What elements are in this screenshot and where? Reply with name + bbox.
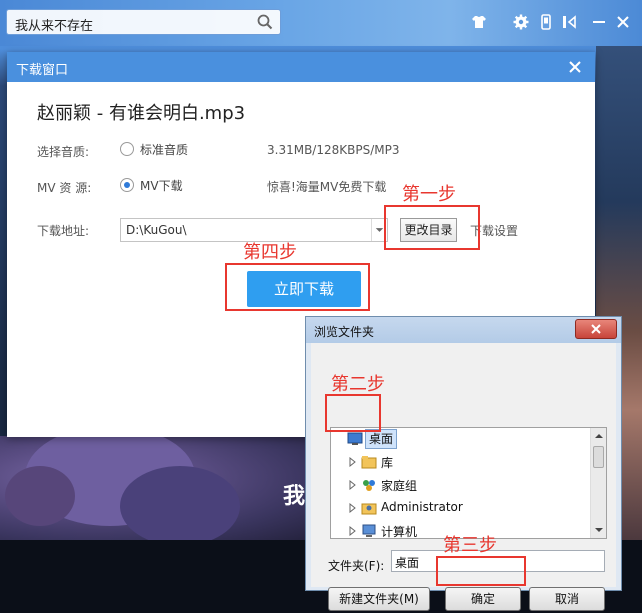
folder-field-label: 文件夹(F): bbox=[328, 559, 385, 573]
quality-radio[interactable] bbox=[120, 142, 134, 156]
scroll-up-icon[interactable] bbox=[591, 428, 607, 444]
folder-tree[interactable]: 桌面 库 家庭组 Administrator 计算机 bbox=[330, 427, 607, 539]
video-background: 我 bbox=[0, 426, 310, 546]
step2-highlight bbox=[325, 394, 381, 432]
step1-highlight bbox=[384, 205, 480, 250]
step4-highlight bbox=[225, 263, 370, 311]
tree-item-label: Administrator bbox=[381, 500, 463, 514]
expand-arrow-icon[interactable] bbox=[349, 503, 357, 513]
step4-label: 第四步 bbox=[243, 242, 297, 263]
song-title: 赵丽颖 - 有谁会明白.mp3 bbox=[37, 103, 246, 124]
cancel-button[interactable]: 取消 bbox=[529, 587, 605, 611]
user-folder-icon bbox=[361, 503, 377, 515]
scroll-thumb[interactable] bbox=[593, 446, 604, 468]
tree-item-label: 库 bbox=[381, 456, 394, 470]
browse-dialog-title: 浏览文件夹 bbox=[314, 325, 375, 339]
homegroup-icon bbox=[363, 480, 375, 491]
mobile-icon[interactable] bbox=[537, 13, 555, 31]
computer-icon bbox=[362, 524, 376, 537]
tree-item-administrator[interactable]: Administrator bbox=[331, 497, 591, 519]
mini-mode-icon[interactable] bbox=[561, 13, 579, 31]
settings-gear-icon[interactable] bbox=[512, 13, 530, 31]
expand-arrow-icon[interactable] bbox=[349, 480, 357, 490]
close-app-icon[interactable] bbox=[614, 13, 632, 31]
app-top-bar: 我从来不存在 bbox=[0, 0, 642, 46]
tree-item-label: 计算机 bbox=[381, 525, 418, 539]
download-path-value: D:\KuGou\ bbox=[126, 223, 187, 237]
tree-item-label: 家庭组 bbox=[381, 479, 418, 493]
step1-label: 第一步 bbox=[402, 184, 456, 205]
desktop-icon bbox=[347, 432, 363, 445]
tree-item-homegroup[interactable]: 家庭组 bbox=[331, 474, 591, 496]
quality-info: 3.31MB/128KBPS/MP3 bbox=[267, 143, 400, 157]
library-icon bbox=[361, 456, 377, 469]
video-caption: 我 bbox=[283, 484, 306, 509]
ok-button[interactable]: 确定 bbox=[445, 587, 521, 611]
dialog-header: 下载窗口 bbox=[7, 52, 595, 82]
mv-radio[interactable] bbox=[120, 178, 134, 192]
mv-option-label[interactable]: MV下载 bbox=[140, 177, 183, 194]
mv-label: MV 资 源: bbox=[37, 181, 92, 195]
skin-icon[interactable] bbox=[470, 13, 488, 31]
tree-scrollbar[interactable] bbox=[590, 428, 606, 538]
close-icon bbox=[591, 324, 601, 334]
close-icon[interactable] bbox=[565, 57, 585, 77]
dialog-title: 下载窗口 bbox=[16, 63, 69, 78]
step2-label: 第二步 bbox=[331, 374, 385, 395]
step3-highlight bbox=[436, 556, 526, 586]
quality-option-label[interactable]: 标准音质 bbox=[140, 141, 188, 158]
folder-name-value: 桌面 bbox=[395, 556, 420, 570]
tree-item-label: 桌面 bbox=[365, 429, 398, 449]
quality-label: 选择音质: bbox=[37, 145, 90, 159]
browse-close-button[interactable] bbox=[575, 319, 617, 339]
minimize-icon[interactable] bbox=[590, 13, 608, 31]
mv-promo-text: 惊喜!海量MV免费下载 bbox=[267, 180, 387, 194]
expand-arrow-icon[interactable] bbox=[349, 526, 357, 536]
video-frame-image bbox=[5, 426, 240, 546]
scroll-down-icon[interactable] bbox=[591, 522, 607, 538]
tree-item-libraries[interactable]: 库 bbox=[331, 451, 591, 473]
browse-dialog-header: 浏览文件夹 bbox=[306, 317, 621, 343]
search-text: 我从来不存在 bbox=[15, 19, 94, 34]
search-input[interactable]: 我从来不存在 bbox=[6, 9, 281, 35]
step3-label: 第三步 bbox=[443, 535, 497, 556]
new-folder-button[interactable]: 新建文件夹(M) bbox=[328, 587, 430, 611]
expand-arrow-icon[interactable] bbox=[349, 457, 357, 467]
path-label: 下载地址: bbox=[37, 224, 90, 238]
search-icon[interactable] bbox=[256, 13, 274, 31]
